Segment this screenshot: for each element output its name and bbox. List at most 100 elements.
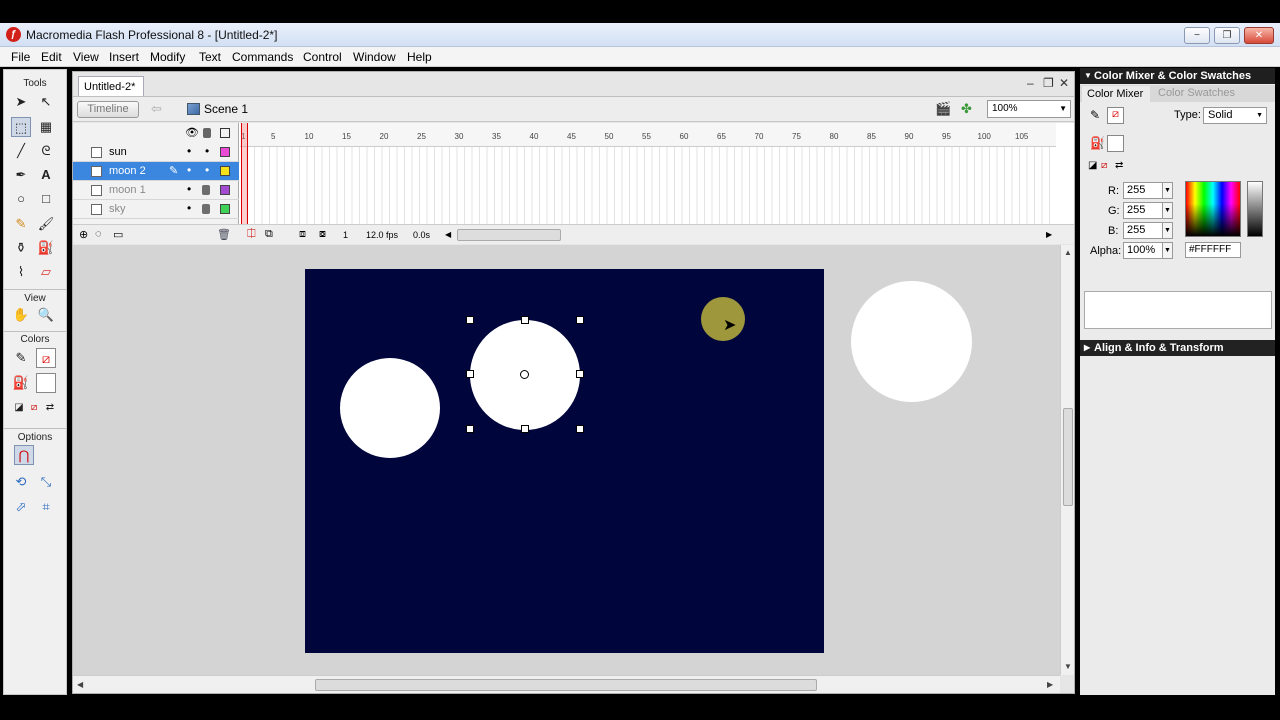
layer-name[interactable]: moon 1 — [109, 184, 146, 196]
eyedropper-tool-icon[interactable]: ⌇ — [11, 262, 31, 282]
doc-close-icon[interactable]: ✕ — [1059, 76, 1069, 90]
scale-icon[interactable]: ⤡ — [36, 472, 56, 492]
rotate-skew-icon[interactable]: ⟲ — [11, 472, 31, 492]
menu-modify[interactable]: Modify — [150, 50, 185, 64]
layer-row[interactable]: moon 2 ✎ • • — [73, 162, 239, 181]
red-dropdown-icon[interactable]: ▼ — [1162, 182, 1173, 199]
menu-edit[interactable]: Edit — [41, 50, 62, 64]
tab-color-mixer[interactable]: Color Mixer — [1082, 86, 1150, 102]
subselection-tool-icon[interactable]: ↖ — [36, 92, 56, 112]
document-tab[interactable]: Untitled-2* — [78, 76, 144, 96]
stroke-swatch[interactable]: ⧄ — [1107, 107, 1124, 124]
swap-colors-icon[interactable]: ⇄ — [1115, 160, 1123, 171]
snap-magnet-icon[interactable]: ⋂ — [14, 445, 34, 465]
menu-commands[interactable]: Commands — [232, 50, 293, 64]
lock-dot[interactable]: • — [205, 163, 209, 177]
rectangle-tool-icon[interactable]: □ — [36, 189, 56, 209]
doc-minimize-icon[interactable]: – — [1027, 76, 1034, 90]
layer-name[interactable]: sky — [109, 203, 126, 215]
lock-dot[interactable]: • — [205, 144, 209, 158]
brush-tool-icon[interactable]: 🖌 — [36, 214, 56, 234]
lock-icon[interactable] — [202, 204, 210, 214]
back-arrow-icon[interactable]: ⇦ — [151, 101, 162, 117]
stroke-color-swatch[interactable]: ⧄ — [36, 348, 56, 368]
outline-color-swatch[interactable] — [220, 204, 230, 214]
swap-colors-icon[interactable]: ⇄ — [40, 398, 60, 418]
ink-bottle-tool-icon[interactable]: ⚱ — [11, 238, 31, 258]
fill-color-icon[interactable]: ⛽ — [1090, 136, 1105, 150]
scroll-down-icon[interactable]: ▼ — [1064, 662, 1072, 671]
edit-scene-icon[interactable]: 🎬 — [935, 101, 951, 117]
scroll-right-icon[interactable]: ▶ — [1047, 680, 1053, 689]
fill-color-icon[interactable]: ⛽ — [11, 373, 31, 393]
timeline-scrollbar[interactable] — [457, 229, 561, 241]
visibility-dot[interactable]: • — [187, 201, 191, 215]
layer-name[interactable]: sun — [109, 146, 127, 158]
blue-dropdown-icon[interactable]: ▼ — [1162, 222, 1173, 239]
outline-header-icon[interactable] — [220, 128, 230, 138]
hex-color-field[interactable]: #FFFFFF — [1185, 242, 1241, 258]
frame-ruler[interactable]: 1 5 10 15 20 25 30 35 40 45 50 55 60 65 70 75 80 85 90 95 10… — [240, 123, 1056, 147]
layer-row[interactable]: moon 1 • — [73, 181, 239, 200]
zoom-select[interactable]: 100% ▼ — [987, 100, 1071, 118]
transform-handle[interactable] — [466, 425, 474, 433]
green-dropdown-icon[interactable]: ▼ — [1162, 202, 1173, 219]
outline-color-swatch[interactable] — [220, 147, 230, 157]
scroll-left-icon[interactable]: ◀ — [77, 680, 83, 689]
transform-handle[interactable] — [466, 370, 474, 378]
transform-handle[interactable] — [576, 425, 584, 433]
add-layer-icon[interactable]: ⊕ — [79, 228, 88, 241]
alpha-dropdown-icon[interactable]: ▼ — [1162, 242, 1173, 259]
modify-markers-icon[interactable]: ⧇ — [319, 228, 326, 241]
color-spectrum[interactable] — [1185, 181, 1241, 237]
menu-window[interactable]: Window — [353, 50, 396, 64]
oval-tool-icon[interactable]: ○ — [11, 189, 31, 209]
layer-name[interactable]: moon 2 — [109, 165, 146, 177]
menu-help[interactable]: Help — [407, 50, 432, 64]
zoom-tool-icon[interactable]: 🔍 — [36, 305, 56, 325]
fill-type-select[interactable]: Solid ▼ — [1203, 107, 1267, 124]
menu-control[interactable]: Control — [303, 50, 342, 64]
red-field[interactable]: 255 — [1123, 182, 1165, 199]
stage[interactable]: ➤ — [305, 269, 824, 653]
gradient-transform-tool-icon[interactable]: ▦ — [36, 117, 56, 137]
scroll-up-icon[interactable]: ▲ — [1064, 248, 1072, 257]
edit-multiple-icon[interactable]: ⧈ — [299, 228, 306, 241]
sun-circle[interactable] — [851, 281, 972, 402]
collapse-triangle-icon[interactable]: ▼ — [1084, 68, 1092, 84]
paint-bucket-tool-icon[interactable]: ⛽ — [36, 238, 56, 258]
moon-1-circle[interactable] — [340, 358, 440, 458]
line-tool-icon[interactable]: ╱ — [11, 141, 31, 161]
menu-text[interactable]: Text — [199, 50, 221, 64]
vertical-scroll-thumb[interactable] — [1063, 408, 1073, 506]
add-guide-icon[interactable]: ◌ — [95, 228, 102, 240]
alpha-field[interactable]: 100% — [1123, 242, 1165, 259]
transform-handle[interactable] — [576, 370, 584, 378]
expand-triangle-icon[interactable]: ▶ — [1084, 340, 1090, 356]
fill-color-swatch[interactable] — [36, 373, 56, 393]
color-mixer-header[interactable]: ▼ Color Mixer & Color Swatches — [1080, 68, 1275, 84]
eraser-tool-icon[interactable]: ▱ — [36, 262, 56, 282]
brightness-slider[interactable] — [1247, 181, 1263, 237]
layer-row[interactable]: sky • — [73, 200, 239, 219]
lock-icon[interactable] — [202, 185, 210, 195]
add-folder-icon[interactable]: ▭ — [113, 228, 123, 241]
visibility-dot[interactable]: • — [187, 182, 191, 196]
transform-handle[interactable] — [521, 425, 529, 433]
vertical-scrollbar[interactable]: ▲ ▼ — [1060, 245, 1074, 675]
restore-button[interactable]: ❐ — [1214, 27, 1240, 44]
center-frame-icon[interactable]: ⎅ — [247, 228, 256, 241]
stroke-color-icon[interactable]: ✎ — [1090, 108, 1100, 122]
lock-header-icon[interactable] — [203, 128, 211, 138]
text-tool-icon[interactable]: A — [36, 165, 56, 185]
transform-handle[interactable] — [576, 316, 584, 324]
pencil-tool-icon[interactable]: ✎ — [11, 214, 31, 234]
fill-swatch[interactable] — [1107, 135, 1124, 152]
horizontal-scroll-thumb[interactable] — [315, 679, 817, 691]
minimize-button[interactable]: − — [1184, 27, 1210, 44]
menu-view[interactable]: View — [73, 50, 99, 64]
menu-file[interactable]: File — [11, 50, 30, 64]
pen-tool-icon[interactable]: ✒ — [11, 165, 31, 185]
outline-color-swatch[interactable] — [220, 166, 230, 176]
visibility-dot[interactable]: • — [187, 163, 191, 177]
